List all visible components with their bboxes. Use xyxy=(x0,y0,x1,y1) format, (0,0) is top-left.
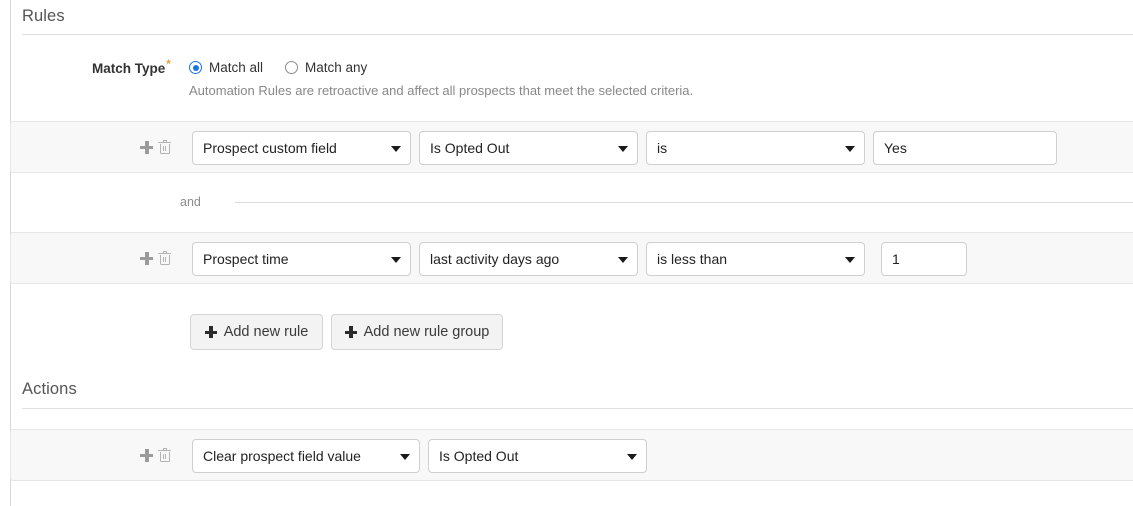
plus-icon[interactable] xyxy=(139,251,154,266)
radio-match-all[interactable]: Match all xyxy=(189,60,263,75)
rule-row: Prospect custom field Is Opted Out is Ye… xyxy=(10,121,1133,173)
chevron-down-icon[interactable] xyxy=(618,257,628,263)
actions-section-heading: Actions xyxy=(22,379,77,399)
rule-row-1-icons xyxy=(139,139,171,155)
chevron-down-icon[interactable] xyxy=(845,257,855,263)
rule-2-value-text: 1 xyxy=(892,251,900,267)
match-type-label: Match Type* xyxy=(92,58,171,77)
automation-rule-editor: Rules Match Type* Match all Match any Au… xyxy=(0,0,1133,506)
plus-icon xyxy=(204,326,217,338)
rule-1-field-name-value: Is Opted Out xyxy=(430,140,510,156)
rule-2-operator-value: is less than xyxy=(657,251,728,267)
rule-row: Prospect time last activity days ago is … xyxy=(10,232,1133,284)
chevron-down-icon[interactable] xyxy=(845,146,855,152)
actions-heading-divider xyxy=(22,408,1133,409)
add-new-rule-group-button[interactable]: Add new rule group xyxy=(331,314,503,350)
plus-icon[interactable] xyxy=(139,448,154,463)
rule-2-field-type-value: Prospect time xyxy=(203,251,289,267)
action-row-1-icons xyxy=(139,447,171,463)
trash-icon[interactable] xyxy=(158,447,171,463)
required-asterisk: * xyxy=(166,56,171,71)
rule-1-field-type-select[interactable]: Prospect custom field xyxy=(192,131,411,165)
rule-2-value-input[interactable]: 1 xyxy=(881,242,967,276)
radio-unselected-icon[interactable] xyxy=(285,61,299,74)
radio-match-all-label: Match all xyxy=(209,60,264,75)
plus-icon[interactable] xyxy=(139,140,154,155)
chevron-down-icon[interactable] xyxy=(627,454,637,460)
match-type-help-text: Automation Rules are retroactive and aff… xyxy=(189,83,694,98)
trash-icon[interactable] xyxy=(158,250,171,266)
add-new-rule-button[interactable]: Add new rule xyxy=(190,314,323,350)
radio-match-any[interactable]: Match any xyxy=(285,60,367,75)
rule-1-operator-value: is xyxy=(657,140,668,156)
chevron-down-icon[interactable] xyxy=(618,146,628,152)
action-1-target-value: Is Opted Out xyxy=(439,448,519,464)
match-type-label-text: Match Type xyxy=(92,61,166,76)
plus-icon xyxy=(344,326,357,338)
rule-1-field-type-value: Prospect custom field xyxy=(203,140,337,156)
rule-1-operator-select[interactable]: is xyxy=(646,131,865,165)
rule-2-field-name-select[interactable]: last activity days ago xyxy=(419,242,638,276)
chevron-down-icon[interactable] xyxy=(391,146,401,152)
rules-section-heading: Rules xyxy=(22,6,65,26)
chevron-down-icon[interactable] xyxy=(391,257,401,263)
rules-section-title: Rules xyxy=(22,7,65,25)
rule-1-value-text: Yes xyxy=(884,140,907,156)
add-new-rule-group-label: Add new rule group xyxy=(363,324,490,340)
action-1-type-value: Clear prospect field value xyxy=(203,448,361,464)
rule-separator-label: and xyxy=(180,195,201,209)
chevron-down-icon[interactable] xyxy=(400,454,410,460)
trash-icon[interactable] xyxy=(158,139,171,155)
action-row: Clear prospect field value Is Opted Out xyxy=(10,429,1133,481)
rules-heading-divider xyxy=(22,34,1133,35)
rule-2-field-name-value: last activity days ago xyxy=(430,251,560,267)
actions-section-title: Actions xyxy=(22,380,77,398)
rule-separator-line xyxy=(235,201,1133,203)
rule-1-value-input[interactable]: Yes xyxy=(873,131,1057,165)
rule-2-field-type-select[interactable]: Prospect time xyxy=(192,242,411,276)
radio-match-any-label: Match any xyxy=(305,60,368,75)
radio-selected-icon[interactable] xyxy=(189,61,202,74)
rule-separator: and xyxy=(10,188,1133,216)
rule-1-field-name-select[interactable]: Is Opted Out xyxy=(419,131,638,165)
add-new-rule-label: Add new rule xyxy=(223,324,309,340)
action-1-type-select[interactable]: Clear prospect field value xyxy=(192,439,420,473)
rule-row-2-icons xyxy=(139,250,171,266)
action-1-target-select[interactable]: Is Opted Out xyxy=(428,439,647,473)
match-type-radio-group[interactable]: Match all Match any xyxy=(189,60,389,75)
rule-2-operator-select[interactable]: is less than xyxy=(646,242,865,276)
